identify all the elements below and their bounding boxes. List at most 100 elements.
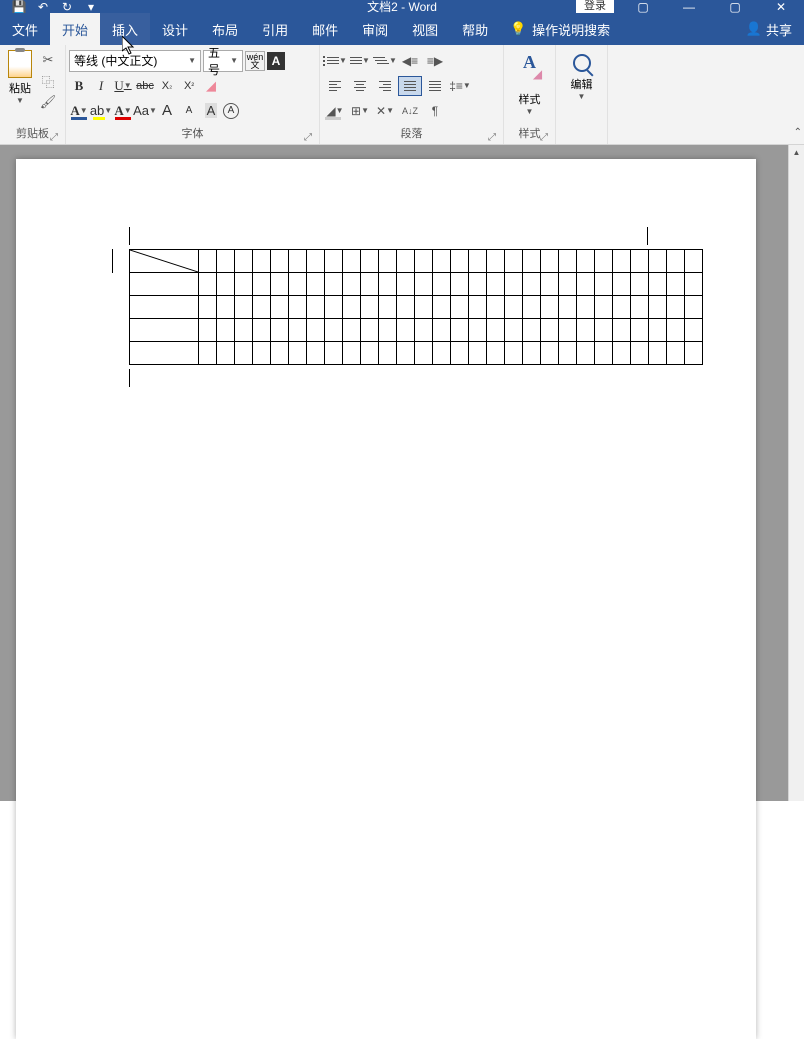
table-cell[interactable] (469, 319, 487, 342)
table-cell[interactable] (217, 273, 235, 296)
table-cell[interactable] (433, 296, 451, 319)
table-cell[interactable] (379, 342, 397, 365)
table-cell[interactable] (415, 273, 433, 296)
multilevel-button[interactable]: ▼ (373, 51, 397, 71)
table-cell[interactable] (685, 250, 703, 273)
table-cell[interactable] (523, 250, 541, 273)
qat-more-icon[interactable]: ▾ (80, 0, 102, 13)
table-cell[interactable] (235, 250, 253, 273)
distribute-button[interactable] (423, 76, 447, 96)
table-cell[interactable] (325, 273, 343, 296)
borders-button[interactable]: ⊞▼ (348, 101, 372, 121)
table-cell[interactable] (361, 250, 379, 273)
table-cell[interactable] (613, 342, 631, 365)
cut-button[interactable]: ✂ (39, 52, 57, 68)
tab-references[interactable]: 引用 (250, 13, 300, 45)
table-cell[interactable] (577, 273, 595, 296)
table-cell[interactable] (667, 319, 685, 342)
asian-layout-button[interactable]: ✕▼ (373, 101, 397, 121)
table-cell[interactable] (685, 296, 703, 319)
table-cell[interactable] (505, 273, 523, 296)
table-cell[interactable] (397, 319, 415, 342)
table-cell[interactable] (361, 273, 379, 296)
document-table[interactable] (129, 249, 703, 365)
table-cell[interactable] (631, 273, 649, 296)
save-icon[interactable]: 💾 (8, 0, 30, 13)
align-left-button[interactable] (323, 76, 347, 96)
table-cell[interactable] (289, 250, 307, 273)
table-cell[interactable] (667, 342, 685, 365)
table-cell[interactable] (595, 296, 613, 319)
table-cell[interactable] (253, 250, 271, 273)
table-cell[interactable] (667, 273, 685, 296)
table-cell[interactable] (523, 342, 541, 365)
table-cell[interactable] (307, 296, 325, 319)
font-launcher-icon[interactable]: ⤢ (302, 130, 314, 142)
table-cell[interactable] (451, 319, 469, 342)
close-button[interactable]: ✕ (758, 0, 804, 13)
table-cell[interactable] (613, 250, 631, 273)
table-cell[interactable] (307, 319, 325, 342)
table-cell[interactable] (415, 342, 433, 365)
table-cell[interactable] (577, 250, 595, 273)
table-cell[interactable] (541, 273, 559, 296)
table-header-cell[interactable] (130, 250, 199, 273)
table-cell[interactable] (523, 296, 541, 319)
collapse-ribbon-icon[interactable]: ⌃ (794, 127, 802, 138)
decrease-indent-button[interactable]: ◀≡ (398, 51, 422, 71)
table-cell[interactable] (379, 250, 397, 273)
copy-button[interactable]: ⿻ (39, 73, 57, 89)
table-cell[interactable] (199, 342, 217, 365)
table-cell[interactable] (253, 342, 271, 365)
table-cell[interactable] (595, 250, 613, 273)
clear-format-button[interactable]: ◢ (201, 76, 221, 96)
scroll-up-icon[interactable]: ▲ (789, 145, 804, 161)
table-cell[interactable] (487, 250, 505, 273)
table-cell[interactable] (685, 273, 703, 296)
table-cell[interactable] (379, 273, 397, 296)
enclose-char-button[interactable]: A (223, 103, 239, 119)
table-cell[interactable] (271, 273, 289, 296)
italic-button[interactable]: I (91, 76, 111, 96)
table-cell[interactable] (235, 342, 253, 365)
redo-icon[interactable]: ↻ (56, 0, 78, 13)
table-cell[interactable] (343, 319, 361, 342)
bullets-button[interactable]: ▼ (323, 51, 347, 71)
table-cell[interactable] (253, 296, 271, 319)
table-cell[interactable] (505, 342, 523, 365)
styles-button[interactable]: A ◢ 样式 ▼ (507, 48, 552, 116)
table-cell[interactable] (199, 296, 217, 319)
table-cell[interactable] (469, 342, 487, 365)
table-cell[interactable] (397, 342, 415, 365)
table-cell[interactable] (667, 250, 685, 273)
strikethrough-button[interactable]: abc (135, 76, 155, 96)
login-button[interactable]: 登录 (576, 0, 614, 13)
table-cell[interactable] (559, 273, 577, 296)
tab-file[interactable]: 文件 (0, 13, 50, 45)
tell-me-search[interactable]: 💡 操作说明搜索 (500, 13, 620, 45)
undo-icon[interactable]: ↶ (32, 0, 54, 13)
format-painter-button[interactable]: 🖌 (39, 94, 57, 110)
char-shading-button[interactable]: A (201, 101, 221, 121)
line-spacing-button[interactable]: ‡≡▼ (448, 76, 472, 96)
table-cell[interactable] (469, 273, 487, 296)
align-right-button[interactable] (373, 76, 397, 96)
table-header-cell[interactable] (130, 319, 199, 342)
table-cell[interactable] (667, 296, 685, 319)
table-cell[interactable] (451, 296, 469, 319)
table-cell[interactable] (487, 342, 505, 365)
char-border-button[interactable]: A (267, 52, 285, 70)
table-cell[interactable] (541, 342, 559, 365)
table-cell[interactable] (397, 296, 415, 319)
clipboard-launcher-icon[interactable]: ⤢ (48, 130, 60, 142)
table-cell[interactable] (289, 273, 307, 296)
table-cell[interactable] (307, 250, 325, 273)
table-cell[interactable] (199, 250, 217, 273)
tab-layout[interactable]: 布局 (200, 13, 250, 45)
sub-window-icon[interactable]: ▢ (620, 0, 666, 13)
numbering-button[interactable]: ▼ (348, 51, 372, 71)
table-cell[interactable] (649, 342, 667, 365)
increase-indent-button[interactable]: ≡▶ (423, 51, 447, 71)
table-cell[interactable] (343, 342, 361, 365)
tab-view[interactable]: 视图 (400, 13, 450, 45)
